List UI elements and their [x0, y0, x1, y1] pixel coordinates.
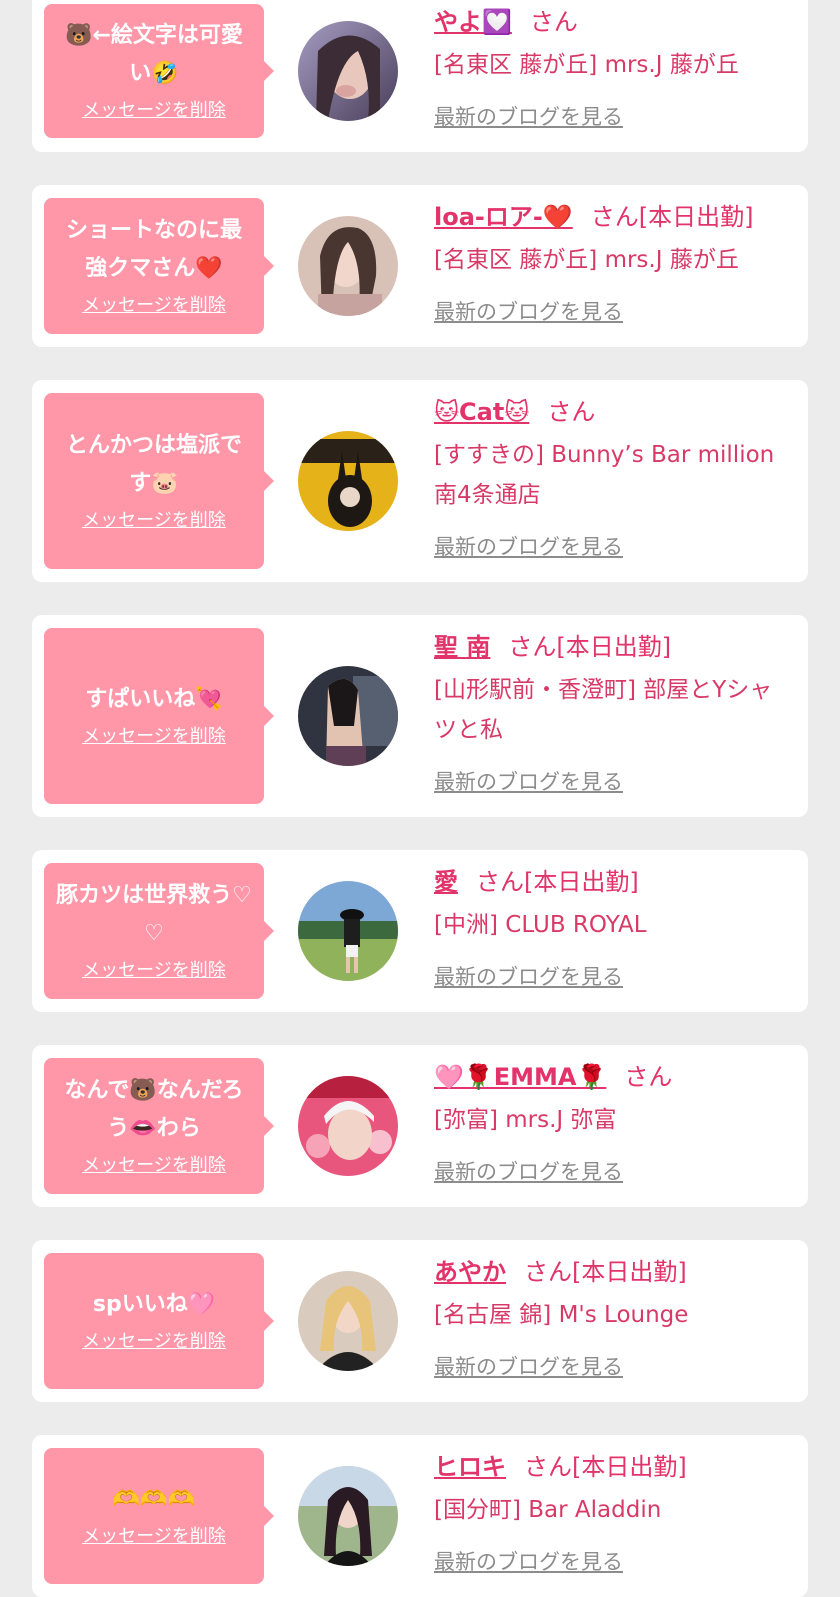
profile-name-link[interactable]: loa-ロア-❤️ [434, 203, 573, 231]
avatar[interactable] [298, 216, 398, 316]
name-line: あやか さん[本日出勤] [434, 1252, 788, 1292]
profile-name-link[interactable]: 聖 南 [434, 633, 490, 661]
delete-message-link[interactable]: メッセージを削除 [82, 959, 226, 983]
message-text: 🫶🫶🫶 [112, 1487, 196, 1512]
profile-name-link[interactable]: 🩷🌹EMMA🌹 [434, 1063, 606, 1091]
latest-blog-link[interactable]: 最新のブログを見る [434, 962, 623, 992]
portrait-photo-icon [298, 216, 398, 316]
profile-info: あやか さん[本日出勤] [名古屋 錦] M's Lounge 最新のブログを見る [434, 1240, 788, 1402]
profile-info: ヒロキ さん[本日出勤] [国分町] Bar Aladdin 最新のブログを見る [434, 1435, 788, 1597]
message-card: 豚カツは世界救う♡♡ メッセージを削除 愛さん[本日出勤] [中洲] CLUB … [32, 850, 808, 1012]
name-line: loa-ロア-❤️ さん[本日出勤] [434, 197, 788, 237]
avatar[interactable] [298, 431, 398, 531]
avatar[interactable] [298, 21, 398, 121]
shop-info: [国分町] Bar Aladdin [434, 1497, 662, 1523]
portrait-photo-icon [298, 1466, 398, 1566]
message-bubble: 🐻←絵文字は可愛い🤣 メッセージを削除 [44, 4, 274, 138]
avatar[interactable] [298, 1271, 398, 1371]
delete-message-link[interactable]: メッセージを削除 [82, 1154, 226, 1178]
profile-name-link[interactable]: 愛 [434, 868, 458, 896]
latest-blog-link[interactable]: 最新のブログを見る [434, 532, 623, 562]
profile-name-link[interactable]: やよ💟 [434, 8, 512, 36]
latest-blog-link[interactable]: 最新のブログを見る [434, 1352, 623, 1382]
message-bubble: 豚カツは世界救う♡♡ メッセージを削除 [44, 863, 274, 999]
avatar[interactable] [298, 1076, 398, 1176]
shop-info: [弥富] mrs.J 弥富 [434, 1107, 617, 1133]
message-text: とんかつは塩派です🐷 [65, 433, 242, 496]
name-suffix: さん[本日出勤] [524, 1453, 687, 1481]
avatar[interactable] [298, 1466, 398, 1566]
magazine-cover-photo-icon [298, 431, 398, 531]
shop-info: [名古屋 錦] M's Lounge [434, 1302, 689, 1328]
profile-name-link[interactable]: ヒロキ [434, 1453, 506, 1481]
message-list: 🐻←絵文字は可愛い🤣 メッセージを削除 やよ💟 さん [名東区 藤が丘] mrs… [0, 0, 840, 1597]
latest-blog-link[interactable]: 最新のブログを見る [434, 1157, 623, 1187]
delete-message-link[interactable]: メッセージを削除 [82, 294, 226, 318]
message-bubble: とんかつは塩派です🐷 メッセージを削除 [44, 393, 274, 569]
message-bubble: なんで🐻なんだろう👄わら メッセージを削除 [44, 1058, 274, 1194]
avatar[interactable] [298, 881, 398, 981]
delete-message-link[interactable]: メッセージを削除 [82, 99, 226, 123]
name-line: 🐱Cat🐱 さん [434, 392, 788, 432]
delete-message-link[interactable]: メッセージを削除 [82, 725, 226, 749]
shop-info: [名東区 藤が丘] mrs.J 藤が丘 [434, 247, 739, 273]
name-line: ヒロキ さん[本日出勤] [434, 1447, 788, 1487]
portrait-photo-icon [298, 1271, 398, 1371]
message-text: すぱいいね💘 [85, 687, 223, 712]
name-line: 愛さん[本日出勤] [434, 862, 788, 902]
message-text: spいいね🩷 [92, 1292, 216, 1317]
message-card: すぱいいね💘 メッセージを削除 聖 南さん[本日出勤] [山形駅前・香澄町] 部… [32, 615, 808, 817]
message-card: spいいね🩷 メッセージを削除 あやか さん[本日出勤] [名古屋 錦] M's … [32, 1240, 808, 1402]
outdoor-photo-icon [298, 881, 398, 981]
name-suffix: さん[本日出勤] [508, 633, 672, 661]
profile-name-link[interactable]: 🐱Cat🐱 [434, 398, 529, 426]
profile-info: loa-ロア-❤️ さん[本日出勤] [名東区 藤が丘] mrs.J 藤が丘 最新… [434, 185, 788, 347]
name-line: 聖 南さん[本日出勤] [434, 627, 788, 667]
message-card: 🐻←絵文字は可愛い🤣 メッセージを削除 やよ💟 さん [名東区 藤が丘] mrs… [32, 0, 808, 152]
message-card: 🫶🫶🫶 メッセージを削除 ヒロキ さん[本日出勤] [国分町] Bar Aladd… [32, 1435, 808, 1597]
message-card: とんかつは塩派です🐷 メッセージを削除 🐱Cat🐱 さん [すすきの] Bunny… [32, 380, 808, 582]
profile-info: 🐱Cat🐱 さん [すすきの] Bunny’s Bar million 南4条通店… [434, 380, 788, 582]
shop-info: [山形駅前・香澄町] 部屋とYシャツと私 [434, 677, 773, 743]
message-card: ショートなのに最強クマさん❤️ メッセージを削除 loa-ロア-❤️ さん[本日出… [32, 185, 808, 347]
portrait-photo-icon [298, 1076, 398, 1176]
profile-info: 愛さん[本日出勤] [中洲] CLUB ROYAL 最新のブログを見る [434, 850, 788, 1012]
name-suffix: さん[本日出勤] [524, 1258, 687, 1286]
portrait-photo-icon [298, 666, 398, 766]
message-text: なんで🐻なんだろう👄わら [64, 1078, 244, 1141]
message-text: 豚カツは世界救う♡♡ [56, 883, 252, 946]
message-bubble: spいいね🩷 メッセージを削除 [44, 1253, 274, 1389]
message-text: ショートなのに最強クマさん❤️ [65, 218, 242, 281]
avatar[interactable] [298, 666, 398, 766]
latest-blog-link[interactable]: 最新のブログを見る [434, 102, 623, 132]
name-suffix: さん[本日出勤] [590, 203, 754, 231]
profile-info: 聖 南さん[本日出勤] [山形駅前・香澄町] 部屋とYシャツと私 最新のブログを… [434, 615, 788, 817]
name-suffix: さん [529, 8, 578, 36]
profile-info: 🩷🌹EMMA🌹 さん [弥富] mrs.J 弥富 最新のブログを見る [434, 1045, 788, 1207]
name-line: 🩷🌹EMMA🌹 さん [434, 1057, 788, 1097]
message-bubble: ショートなのに最強クマさん❤️ メッセージを削除 [44, 198, 274, 334]
shop-info: [名東区 藤が丘] mrs.J 藤が丘 [434, 52, 739, 78]
name-line: やよ💟 さん [434, 2, 788, 42]
message-card: なんで🐻なんだろう👄わら メッセージを削除 🩷🌹EMMA🌹 さん [弥富] mrs… [32, 1045, 808, 1207]
delete-message-link[interactable]: メッセージを削除 [82, 1330, 226, 1354]
shop-info: [中洲] CLUB ROYAL [434, 912, 647, 938]
latest-blog-link[interactable]: 最新のブログを見る [434, 297, 623, 327]
message-bubble: すぱいいね💘 メッセージを削除 [44, 628, 274, 804]
name-suffix: さん[本日出勤] [476, 868, 639, 896]
latest-blog-link[interactable]: 最新のブログを見る [434, 1547, 623, 1577]
profile-name-link[interactable]: あやか [434, 1258, 506, 1286]
name-suffix: さん [547, 398, 596, 426]
profile-info: やよ💟 さん [名東区 藤が丘] mrs.J 藤が丘 最新のブログを見る [434, 0, 788, 152]
message-text: 🐻←絵文字は可愛い🤣 [65, 23, 243, 86]
shop-info: [すすきの] Bunny’s Bar million 南4条通店 [434, 442, 775, 508]
name-suffix: さん [624, 1063, 673, 1091]
message-bubble: 🫶🫶🫶 メッセージを削除 [44, 1448, 274, 1584]
delete-message-link[interactable]: メッセージを削除 [82, 1525, 226, 1549]
delete-message-link[interactable]: メッセージを削除 [82, 509, 226, 533]
portrait-photo-icon [298, 21, 398, 121]
latest-blog-link[interactable]: 最新のブログを見る [434, 767, 623, 797]
